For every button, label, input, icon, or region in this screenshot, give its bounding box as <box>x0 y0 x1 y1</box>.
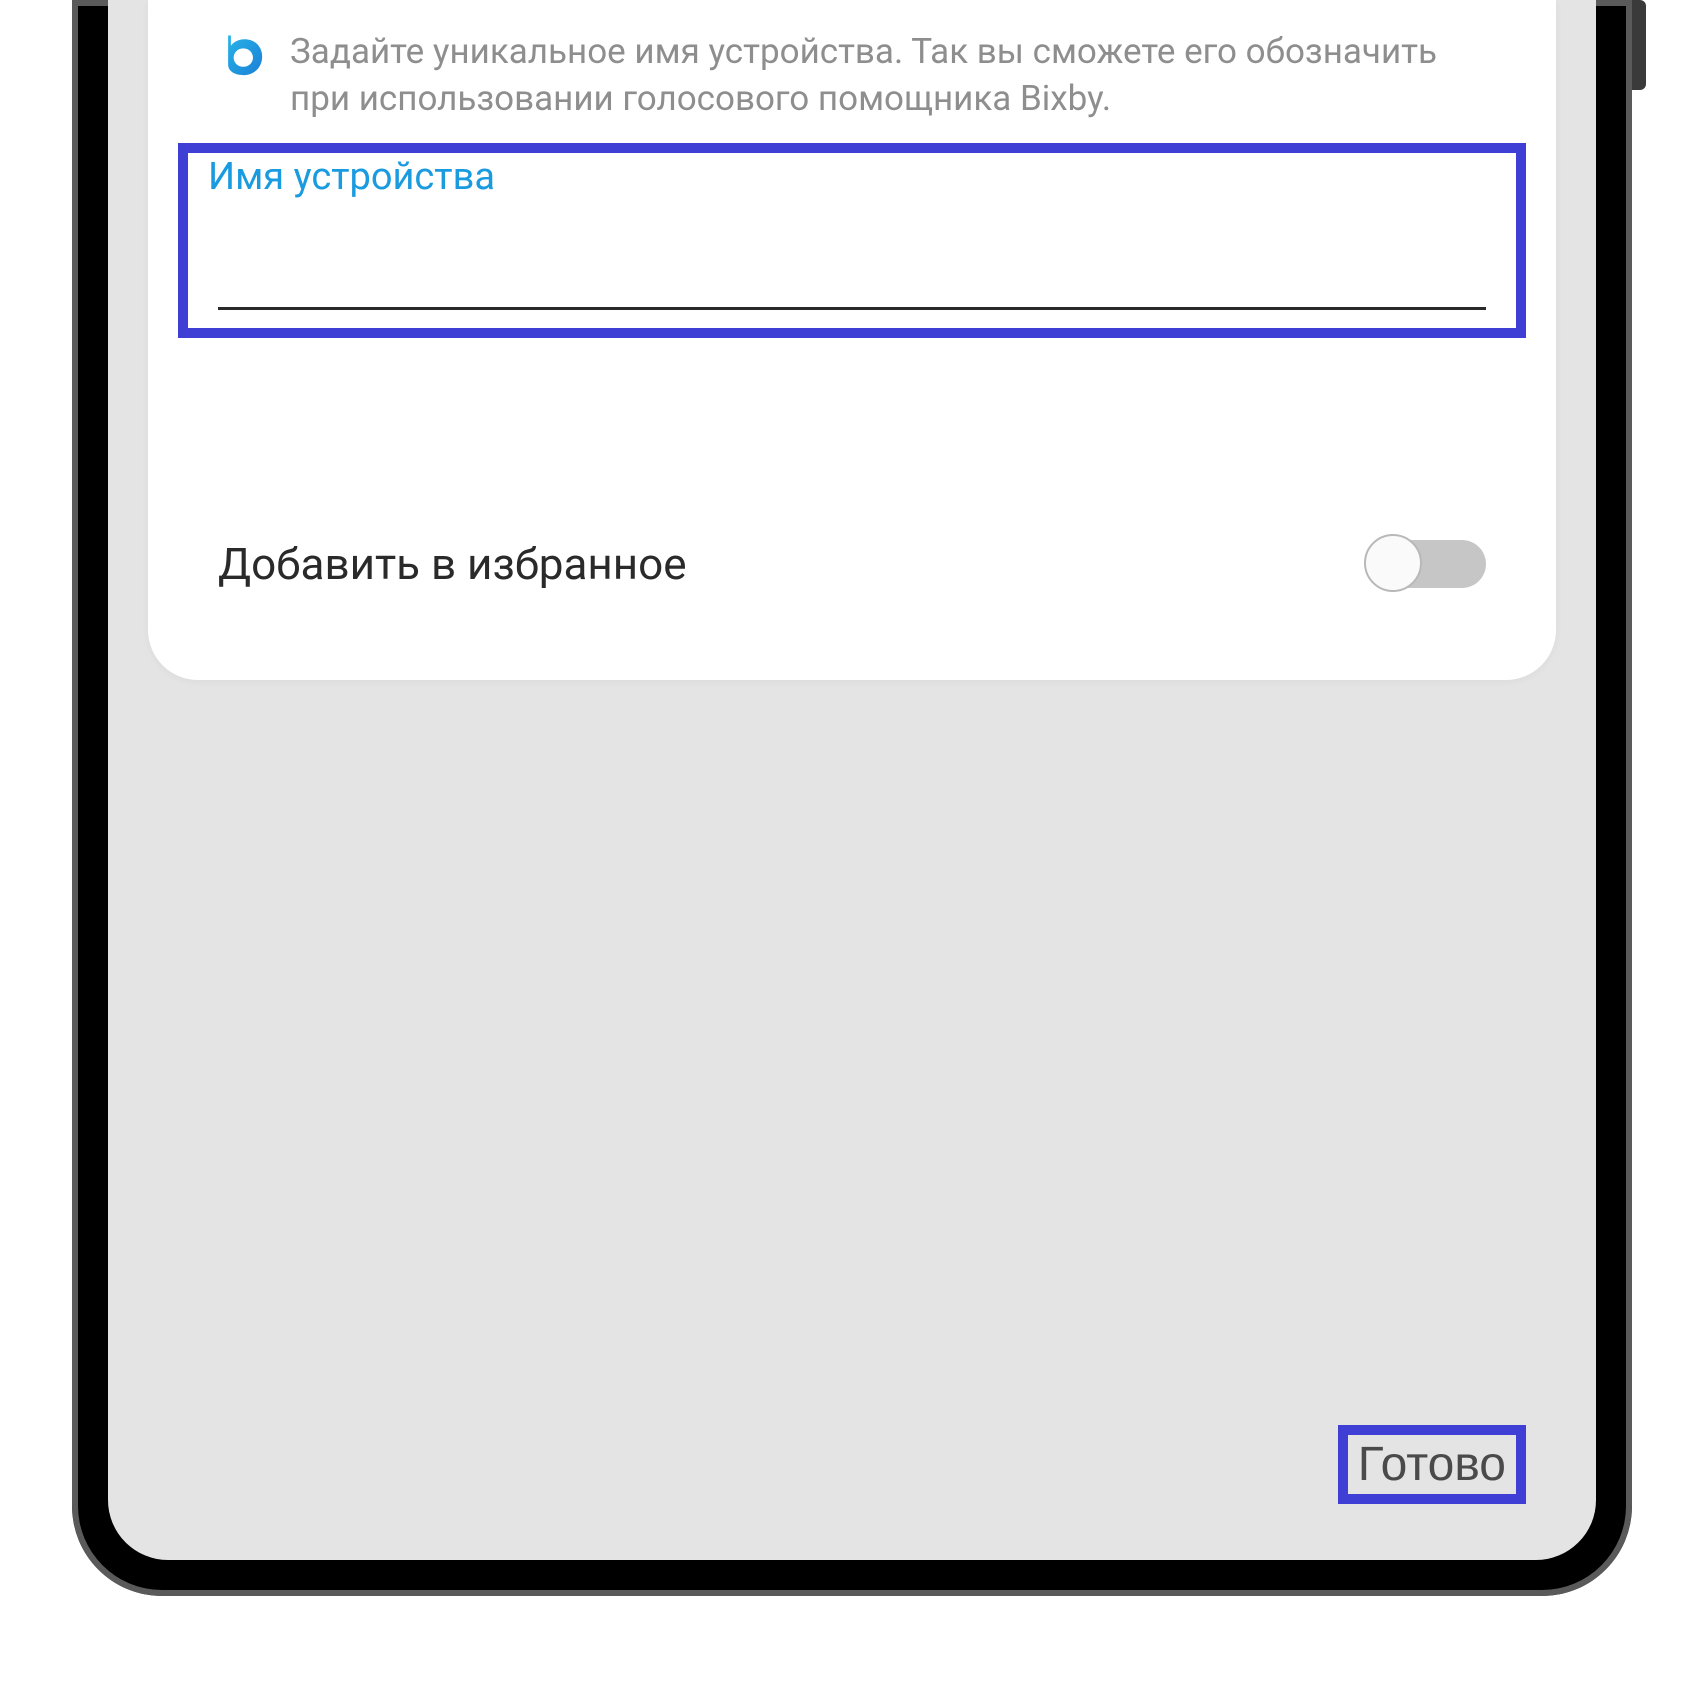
favorite-label: Добавить в избранное <box>218 538 687 590</box>
device-name-input[interactable] <box>218 209 1486 310</box>
settings-card: Задайте уникальное имя устройства. Так в… <box>148 0 1556 680</box>
favorite-row: Добавить в избранное <box>148 338 1556 590</box>
toggle-knob <box>1364 534 1422 592</box>
device-name-section: Имя устройства <box>178 143 1526 338</box>
favorite-toggle[interactable] <box>1366 540 1486 588</box>
bixby-info-row: Задайте уникальное имя устройства. Так в… <box>148 0 1556 133</box>
phone-frame: Задайте уникальное имя устройства. Так в… <box>72 0 1632 1596</box>
device-name-label: Имя устройства <box>208 155 1496 199</box>
phone-side-button <box>1632 0 1646 90</box>
done-button-highlight: Готово <box>1338 1425 1526 1504</box>
done-button[interactable]: Готово <box>1354 1435 1510 1494</box>
bixby-description: Задайте уникальное имя устройства. Так в… <box>290 28 1496 123</box>
bixby-icon <box>218 30 264 80</box>
phone-bezel: Задайте уникальное имя устройства. Так в… <box>72 0 1632 1596</box>
screen: Задайте уникальное имя устройства. Так в… <box>108 0 1596 1560</box>
